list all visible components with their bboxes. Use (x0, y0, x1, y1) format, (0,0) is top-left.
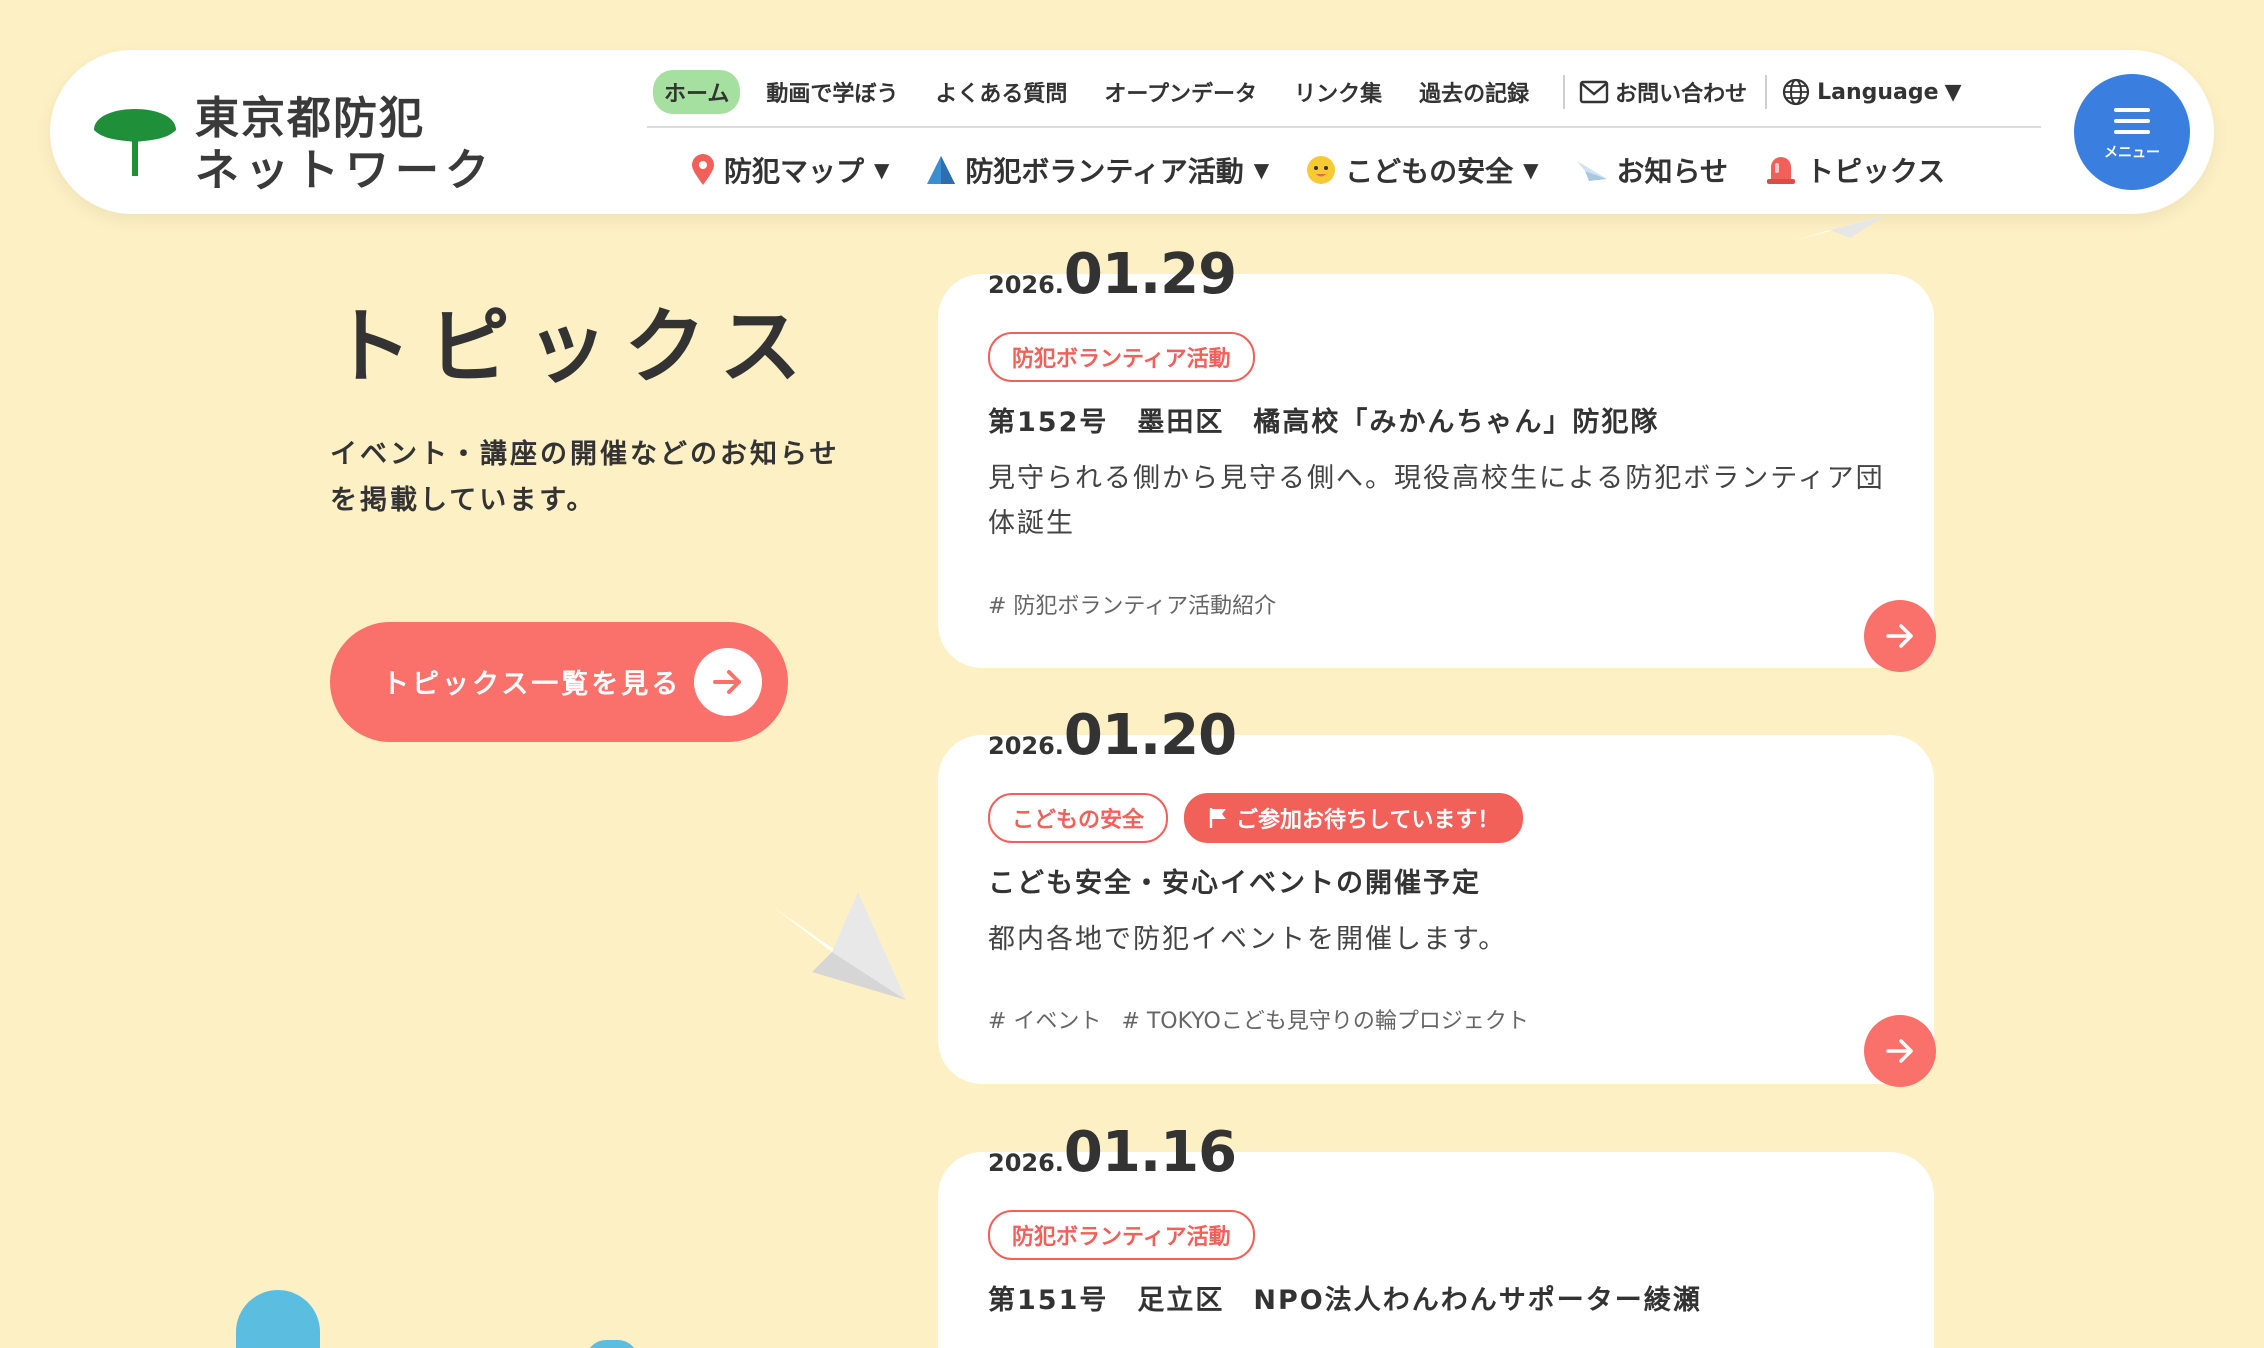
globe-icon (1783, 78, 1810, 106)
main-navigation: 防犯マップ ▼ 防犯ボランティア活動 ▼ こどもの安全 ▼ お知らせ トピックス (690, 146, 1981, 194)
chevron-down-icon: ▼ (1253, 158, 1270, 182)
topic-title[interactable]: 第151号 足立区 NPO法人わんわんサポーター綾瀬 (988, 1278, 1702, 1317)
topic-title[interactable]: 第152号 墨田区 橘高校「みかんちゃん」防犯隊 (988, 400, 1659, 439)
subnav-open-data[interactable]: オープンデータ (1093, 70, 1268, 114)
page-description: イベント・講座の開催などのお知らせを掲載しています。 (330, 439, 840, 516)
subnav-home[interactable]: ホーム (653, 70, 741, 114)
category-tag[interactable]: 防犯ボランティア活動 (988, 332, 1255, 382)
hashtag-link[interactable]: # TOKYOこども見守りの輪プロジェクト (1121, 1003, 1528, 1035)
nav-label: 防犯ボランティア活動 (965, 155, 1244, 188)
nav-news[interactable]: お知らせ (1575, 150, 1728, 190)
decorative-tree (586, 1340, 638, 1348)
site-header: 東京都防犯 ネットワーク ホーム 動画で学ぼう よくある質問 オープンデータ リ… (50, 50, 2214, 214)
hashtag-link[interactable]: # イベント (988, 1003, 1101, 1035)
topic-open-button[interactable] (1864, 1015, 1936, 1087)
topic-date: 2026.01.20 (988, 703, 1237, 768)
arrow-right-icon (1886, 1039, 1913, 1063)
topic-body: 都内各地で防犯イベントを開催します。 (988, 924, 1508, 955)
subnav-faq[interactable]: よくある質問 (924, 70, 1078, 114)
topic-hashtags: # イベント # TOKYOこども見守りの輪プロジェクト (988, 1003, 1529, 1035)
nav-label: こどもの安全 (1345, 155, 1514, 188)
topic-tags: 防犯ボランティア活動 (988, 332, 1255, 382)
topic-date-day: 01.29 (1063, 242, 1237, 307)
alarm-light-icon (1766, 157, 1795, 184)
arrow-right-icon (694, 648, 762, 716)
ginkgo-leaf-icon (94, 109, 176, 176)
status-badge-label: ご参加お待ちしています！ (1236, 808, 1500, 833)
topic-body: 見守られる側から見守る側へ。現役高校生による防犯ボランティア団体誕生 (988, 463, 1885, 539)
nav-label: トピックス (1805, 155, 1946, 188)
paper-plane-icon (1790, 216, 1884, 242)
topic-date: 2026.01.16 (988, 1120, 1237, 1185)
topic-card[interactable]: 2026.01.16 防犯ボランティア活動 第151号 足立区 NPO法人わんわ… (938, 1120, 1934, 1348)
topic-date-year: 2026. (988, 271, 1064, 299)
subnav-links[interactable]: リンク集 (1283, 70, 1393, 114)
topic-title[interactable]: こども安全・安心イベントの開催予定 (988, 861, 1481, 900)
nav-topics[interactable]: トピックス (1764, 150, 1945, 190)
topic-date-day: 01.16 (1063, 1120, 1237, 1185)
map-pin-icon (692, 154, 714, 185)
paper-plane-icon (772, 892, 906, 1000)
topic-date-day: 01.20 (1063, 703, 1237, 768)
topic-tags: こどもの安全 ご参加お待ちしています！ (988, 793, 1524, 843)
subnav-archive[interactable]: 過去の記録 (1408, 70, 1540, 114)
decorative-tree (236, 1290, 320, 1348)
chevron-down-icon: ▼ (1523, 158, 1539, 182)
menu-label: メニュー (2104, 145, 2160, 161)
nav-label: お知らせ (1616, 155, 1728, 188)
language-label: Language (1817, 79, 1939, 105)
subnav-divider (1765, 75, 1768, 109)
flag-icon (1209, 808, 1227, 828)
topic-hashtags: # 防犯ボランティア活動紹介 (988, 588, 1276, 620)
status-badge: ご参加お待ちしています！ (1184, 793, 1524, 843)
page-title: トピックス (330, 300, 818, 395)
nav-child-safety[interactable]: こどもの安全 ▼ (1305, 150, 1539, 190)
subnav-divider (1563, 75, 1566, 109)
arrow-right-icon (1886, 624, 1913, 648)
site-logo[interactable]: 東京都防犯 ネットワーク (90, 82, 489, 196)
topic-date-year: 2026. (988, 732, 1064, 760)
hamburger-icon (2114, 108, 2150, 141)
chevron-down-icon: ▼ (874, 158, 890, 182)
topic-tags: 防犯ボランティア活動 (988, 1210, 1255, 1260)
contact-label: お問い合わせ (1615, 82, 1748, 107)
topic-card[interactable]: 2026.01.29 防犯ボランティア活動 第152号 墨田区 橘高校「みかんち… (938, 242, 1936, 672)
nav-crime-map[interactable]: 防犯マップ ▼ (690, 150, 889, 190)
topic-card[interactable]: 2026.01.20 こどもの安全 ご参加お待ちしています！ こども安全・安心イ… (938, 703, 1936, 1087)
child-face-icon (1307, 156, 1336, 184)
logo-text-bottom: ネットワーク (195, 145, 495, 196)
topic-date: 2026.01.29 (988, 242, 1237, 307)
category-tag[interactable]: 防犯ボランティア活動 (988, 1210, 1255, 1260)
subnav-videos[interactable]: 動画で学ぼう (755, 70, 909, 114)
nav-volunteer[interactable]: 防犯ボランティア活動 ▼ (925, 150, 1269, 190)
language-selector[interactable]: Language ▼ (1781, 77, 1961, 107)
chevron-down-icon: ▼ (1944, 79, 1962, 105)
header-divider (647, 126, 2041, 128)
sub-navigation: ホーム 動画で学ぼう よくある質問 オープンデータ リンク集 過去の記録 お問い… (653, 70, 1971, 114)
nav-label: 防犯マップ (724, 155, 865, 188)
triangle-flag-icon (927, 156, 956, 184)
mail-icon (1579, 80, 1609, 104)
subnav-contact[interactable]: お問い合わせ (1579, 76, 1747, 108)
topic-open-button[interactable] (1864, 600, 1936, 672)
hashtag-link[interactable]: # 防犯ボランティア活動紹介 (988, 588, 1276, 620)
paper-plane-icon (1576, 161, 1607, 181)
view-all-topics-label: トピックス一覧を見る (382, 669, 682, 700)
menu-button[interactable]: メニュー (2074, 74, 2190, 190)
category-tag[interactable]: こどもの安全 (988, 793, 1169, 843)
topic-date-year: 2026. (988, 1149, 1064, 1177)
view-all-topics-button[interactable]: トピックス一覧を見る (330, 622, 788, 742)
